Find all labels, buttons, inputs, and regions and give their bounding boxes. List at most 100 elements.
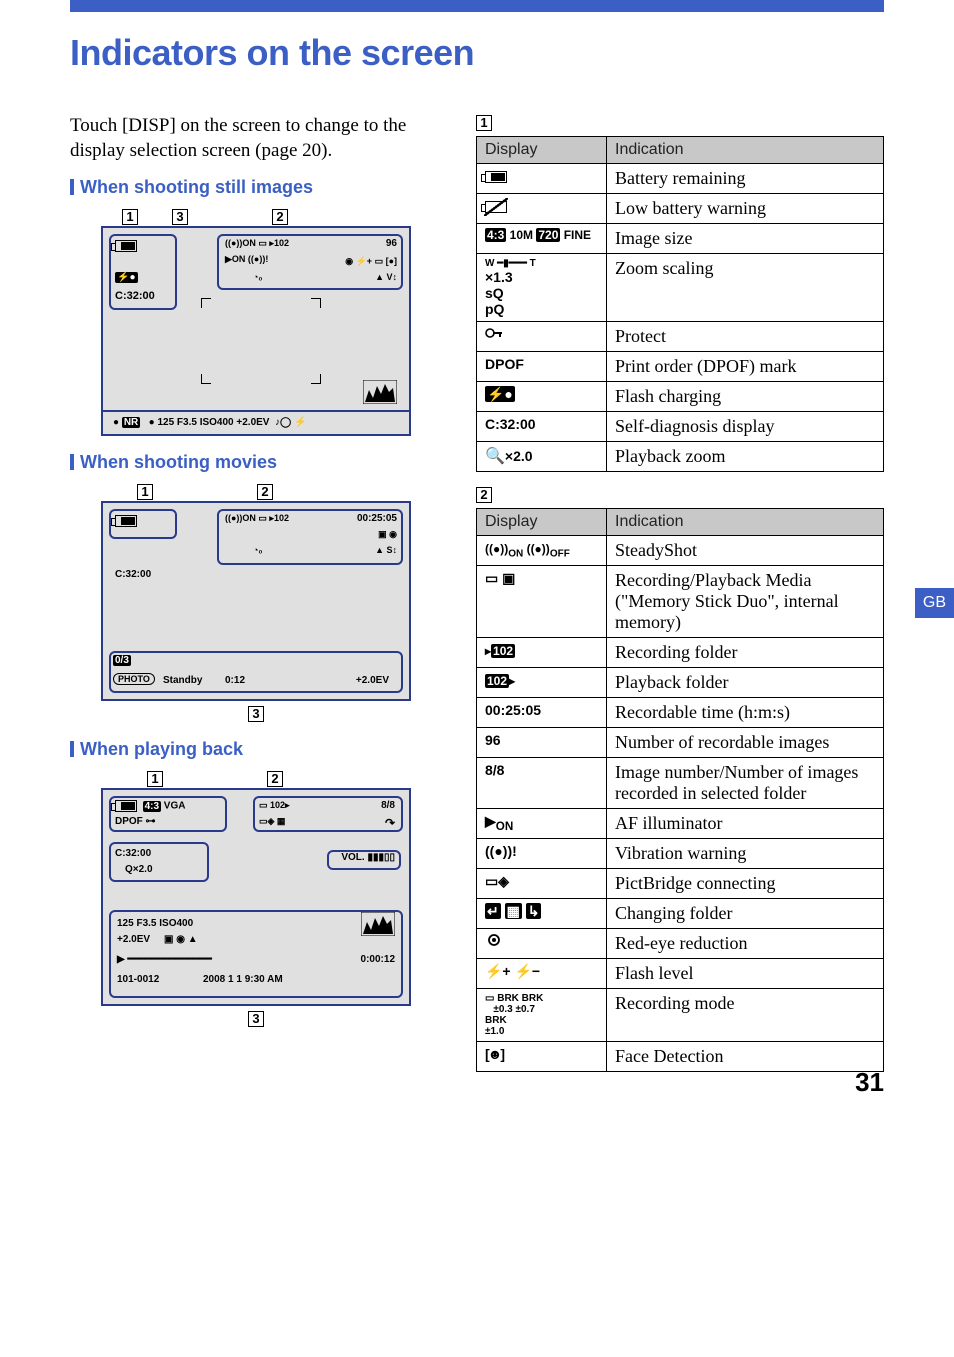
lcd-play: 4:3 VGA DPOF ⊶ ▭ 102▸ 8/8 ▭◈ ▦ ↷ C:32:00… [101,788,411,1006]
table-row: 00:25:05Recordable time (h:m:s) [477,698,884,728]
display-cell [477,322,607,352]
indication-cell: Recording/Playback Media ("Memory Stick … [607,566,884,638]
indication-cell: Vibration warning [607,839,884,869]
display-cell: ⚡● [477,382,607,412]
table-row: ⚡+ ⚡−Flash level [477,959,884,989]
callout-2a: 2 [272,209,288,225]
display-cell: ▶ON [477,809,607,839]
indication-cell: Recording mode [607,989,884,1042]
th-display: Display [477,137,607,164]
table-row: ((●))ON ((●))OFFSteadyShot [477,536,884,566]
section-still-heading: When shooting still images [70,177,442,198]
indication-cell: Print order (DPOF) mark [607,352,884,382]
display-cell [477,194,607,224]
table1-marker: 1 [476,115,492,131]
th-indication2: Indication [607,509,884,536]
indicator-table-2: Display Indication ((●))ON ((●))OFFStead… [476,508,884,1072]
callout-1c: 1 [147,771,163,787]
language-tab: GB [915,588,954,618]
right-column: 1 Display Indication Battery remainingLo… [476,114,884,1086]
indication-cell: Protect [607,322,884,352]
indication-cell: AF illuminator [607,809,884,839]
th-display2: Display [477,509,607,536]
table-row: Battery remaining [477,164,884,194]
intro-text: Touch [DISP] on the screen to change to … [70,114,442,163]
indication-cell: Self-diagnosis display [607,412,884,442]
indication-cell: PictBridge connecting [607,869,884,899]
indication-cell: Flash charging [607,382,884,412]
lcd-still: ⚡● C:32:00 96 ((●))ON ▭ ▸102 ▶ON ((●))! … [101,226,411,436]
display-cell: 00:25:05 [477,698,607,728]
display-cell: DPOF [477,352,607,382]
lcd-movie-wrap: 1 2 ((●))ON ▭ ▸102 00:25:05 ▣ ◉ ▲ S↕ ◔₀ … [70,483,442,723]
display-cell: ((●))! [477,839,607,869]
display-cell: ⚡+ ⚡− [477,959,607,989]
table-row: ▸102Recording folder [477,638,884,668]
display-cell [477,929,607,959]
table-row: ▶ONAF illuminator [477,809,884,839]
display-cell: ▸102 [477,638,607,668]
indication-cell: Playback zoom [607,442,884,472]
table-row: C:32:00Self-diagnosis display [477,412,884,442]
left-column: Touch [DISP] on the screen to change to … [70,114,442,1086]
table-row: 4:3 10M 720 FINEImage size [477,224,884,254]
callout-2b: 2 [257,484,273,500]
indication-cell: Low battery warning [607,194,884,224]
table-row: 96Number of recordable images [477,728,884,758]
histogram-icon-2 [361,912,395,936]
table-row: ▭ ▣Recording/Playback Media ("Memory Sti… [477,566,884,638]
table-row: Red-eye reduction [477,929,884,959]
table-row: ▭◈PictBridge connecting [477,869,884,899]
table-row: 🔍×2.0Playback zoom [477,442,884,472]
indication-cell: Changing folder [607,899,884,929]
display-cell: 8/8 [477,758,607,809]
indication-cell: Number of recordable images [607,728,884,758]
table-row: ⚡●Flash charging [477,382,884,412]
lcd-still-wrap: 1 3 2 ⚡● C:32:00 96 ((●))ON ▭ ▸102 ▶ON (… [70,208,442,436]
indication-cell: Flash level [607,959,884,989]
display-cell [477,164,607,194]
callout-3a: 3 [172,209,188,225]
indication-cell: Image number/Number of images recorded i… [607,758,884,809]
display-cell: 4:3 10M 720 FINE [477,224,607,254]
lcd-play-wrap: 1 2 4:3 VGA DPOF ⊶ ▭ 102▸ 8/8 ▭◈ ▦ ↷ C:3… [70,770,442,1028]
indication-cell: Battery remaining [607,164,884,194]
indicator-table-1: Display Indication Battery remainingLow … [476,136,884,472]
table-row: 102▸Playback folder [477,668,884,698]
indication-cell: Recording folder [607,638,884,668]
page-number: 31 [855,1067,884,1098]
display-cell: ↵ ▦ ↳ [477,899,607,929]
table-row: ▭ BRK BRK ±0.3 ±0.7BRK±1.0Recording mode [477,989,884,1042]
display-cell: ▭ BRK BRK ±0.3 ±0.7BRK±1.0 [477,989,607,1042]
histogram-icon [363,380,397,404]
table-row: Low battery warning [477,194,884,224]
display-cell: W ━▮━━━ T×1.3sQpQ [477,254,607,322]
callout-1: 1 [122,209,138,225]
lcd-movie: ((●))ON ▭ ▸102 00:25:05 ▣ ◉ ▲ S↕ ◔₀ C:32… [101,501,411,701]
display-cell: C:32:00 [477,412,607,442]
table-row: [☻]Face Detection [477,1042,884,1072]
table-row: 8/8Image number/Number of images recorde… [477,758,884,809]
page-title: Indicators on the screen [70,32,884,74]
table-row: DPOFPrint order (DPOF) mark [477,352,884,382]
callout-1b: 1 [137,484,153,500]
display-cell: ▭ ▣ [477,566,607,638]
table-row: W ━▮━━━ T×1.3sQpQZoom scaling [477,254,884,322]
indication-cell: Red-eye reduction [607,929,884,959]
display-cell: [☻] [477,1042,607,1072]
display-cell: 🔍×2.0 [477,442,607,472]
section-movies-heading: When shooting movies [70,452,442,473]
indication-cell: Playback folder [607,668,884,698]
table2-marker: 2 [476,487,492,503]
table-row: ↵ ▦ ↳Changing folder [477,899,884,929]
table-row: Protect [477,322,884,352]
header-bar [70,0,884,12]
display-cell: 102▸ [477,668,607,698]
callout-3c: 3 [248,1011,264,1027]
display-cell: 96 [477,728,607,758]
indication-cell: Recordable time (h:m:s) [607,698,884,728]
section-playback-heading: When playing back [70,739,442,760]
indication-cell: Image size [607,224,884,254]
indication-cell: SteadyShot [607,536,884,566]
callout-3b: 3 [248,706,264,722]
